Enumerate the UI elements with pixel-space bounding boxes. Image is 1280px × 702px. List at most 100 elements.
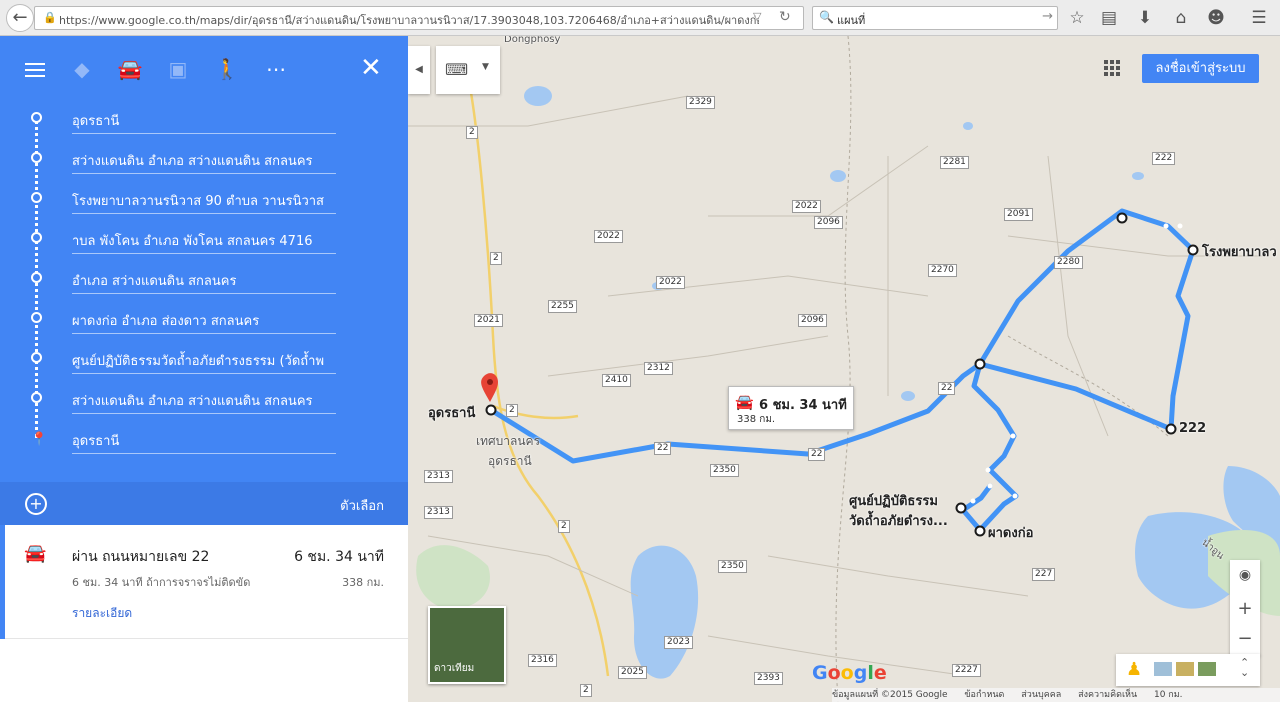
waypoint-input[interactable]: ำบล พังโคน อำเภอ พังโคน สกลนคร 4716 [72,230,336,251]
waypoint-input[interactable]: อุดรธานี [72,110,336,131]
road-shield: 2316 [528,654,557,667]
map-label-udon[interactable]: อุดรธานี [428,402,475,423]
footer-scale[interactable]: 10 กม. [1154,690,1183,700]
waypoint-markers [485,212,1199,537]
close-icon[interactable]: ✕ [360,54,382,82]
url-dropdown-icon[interactable]: ▽ [753,10,761,23]
waypoint-input[interactable]: ศูนย์ปฏิบัติธรรมวัดถ้ำอภัยดำรงธรรม (วัดถ… [72,350,336,371]
waypoint-dot-icon [31,352,42,363]
waypoint-input[interactable]: ผาดงก่อ อำเภอ ส่องดาว สกลนคร [72,310,336,331]
waypoint[interactable]: โรงพยาบาลวานรนิวาส 90 ตำบล วานรนิวาส [0,178,408,218]
download-icon[interactable]: ⬇ [1134,7,1156,29]
waypoint[interactable]: อุดรธานี [0,98,408,138]
apps-grid-icon[interactable] [1104,60,1120,76]
waypoint-dot-icon [31,232,42,243]
home-icon[interactable]: ⌂ [1170,7,1192,29]
waypoint[interactable]: ผาดงก่อ อำเภอ ส่องดาว สกลนคร [0,298,408,338]
road-shield: 2313 [424,506,453,519]
road-shield: 2 [558,520,570,533]
address-bar[interactable]: 🔒 https://www.google.co.th/maps/dir/อุดร… [34,6,804,30]
waypoint-input[interactable]: สว่างแดนดิน อำเภอ สว่างแดนดิน สกลนคร [72,390,336,411]
route-option[interactable]: 🚘 ผ่าน ถนนหมายเลข 22 6 ชม. 34 นาที 6 ชม.… [0,525,408,639]
map-label-hospital[interactable]: โรงพยาบาลว [1202,241,1277,262]
waypoint[interactable]: 📍 อุดรธานี [0,418,408,458]
layer-thumb-icon[interactable] [1198,662,1216,676]
footer-privacy[interactable]: ส่วนบุคคล [1021,690,1061,700]
chat-icon[interactable]: ☻ [1205,7,1227,29]
waypoint[interactable]: สว่างแดนดิน อำเภอ สว่างแดนดิน สกลนคร [0,378,408,418]
map-label-center[interactable]: ศูนย์ปฏิบัติธรรม [849,490,938,511]
route-line [488,208,1196,533]
route-info-callout[interactable]: 🚘 6 ชม. 34 นาที 338 กม. [728,386,854,430]
expand-icon[interactable]: ⌃ ⌄ [1240,657,1249,678]
road-shield: 2022 [594,230,623,243]
add-destination-icon[interactable]: + [25,493,47,515]
browser-menu-icon[interactable]: ☰ [1248,7,1270,29]
street-view-bar: ♟ ⌃ ⌄ [1116,654,1260,686]
chevron-down-icon: ▼ [482,62,489,72]
layer-thumb-icon[interactable] [1176,662,1194,676]
road-shield: 2091 [1004,208,1033,221]
map-label-phadongko[interactable]: ผาดงก่อ [988,522,1033,543]
waypoint[interactable]: อำเภอ สว่างแดนดิน สกลนคร [0,258,408,298]
map-label: อุดรธานี [488,454,532,468]
map-canvas[interactable]: ◀ ⌨ ▼ ลงชื่อเข้าสู่ระบบ 🚘 6 ชม. 34 นาที … [408,36,1280,702]
waypoint-input[interactable]: สว่างแดนดิน อำเภอ สว่างแดนดิน สกลนคร [72,150,336,171]
reading-list-icon[interactable]: ▤ [1098,7,1120,29]
zoom-in-button[interactable]: + [1230,594,1260,624]
search-text[interactable]: แผนที่ [837,11,865,29]
road-shield: 2270 [928,264,957,277]
options-button[interactable]: ตัวเลือก [340,495,384,516]
zoom-out-button[interactable]: − [1230,624,1260,654]
pegman-icon[interactable]: ♟ [1126,659,1142,680]
back-button[interactable]: ← [6,4,34,32]
waypoint-dot-icon [31,272,42,283]
waypoint-input[interactable]: โรงพยาบาลวานรนิวาส 90 ตำบล วานรนิวาส [72,190,336,211]
water-bodies [524,86,1280,679]
waypoint-input[interactable]: อุดรธานี [72,430,336,451]
road-shield: 2 [506,404,518,417]
transit-mode-icon[interactable]: ▣ [165,56,191,82]
road-shield: 2022 [792,200,821,213]
browser-search-bar[interactable]: 🔍 แผนที่ → [812,6,1058,30]
waypoint[interactable]: สว่างแดนดิน อำเภอ สว่างแดนดิน สกลนคร [0,138,408,178]
map-label-222[interactable]: 222 [1179,421,1206,436]
road-shield: 22 [938,382,956,395]
route-details-link[interactable]: รายละเอียด [72,604,132,623]
map-graphics [408,36,1280,702]
road-shield: 2280 [1054,256,1083,269]
route-time: 6 ชม. 34 นาที [294,549,384,565]
my-location-icon[interactable]: ◉ [1230,560,1260,590]
road-shield: 2227 [952,664,981,677]
map-label: เทศบาลนคร [476,434,541,448]
waypoint-input[interactable]: อำเภอ สว่างแดนดิน สกลนคร [72,270,336,291]
car-mode-icon[interactable]: 🚘 [117,56,143,82]
more-modes-icon[interactable]: ⋯ [263,56,289,82]
url-text[interactable]: https://www.google.co.th/maps/dir/อุดรธา… [59,11,759,29]
walk-mode-icon[interactable]: 🚶 [214,56,240,82]
browser-toolbar: ← 🔒 https://www.google.co.th/maps/dir/อุ… [0,0,1280,36]
footer-terms[interactable]: ข้อกำหนด [964,690,1004,700]
road-shield: 2096 [798,314,827,327]
route-subtitle: 6 ชม. 34 นาที ถ้าการจราจรไม่ติดขัด [72,576,251,589]
road-shield: 2281 [940,156,969,169]
footer-feedback[interactable]: ส่งความคิดเห็น [1078,690,1137,700]
road-shield: 2313 [424,470,453,483]
bookmark-star-icon[interactable]: ☆ [1066,7,1088,29]
satellite-toggle[interactable]: ดาวเทียม [428,606,506,684]
layer-thumb-icon[interactable] [1154,662,1172,676]
map-label-center-2: วัดถ้ำอภัยดำรง... [849,514,948,529]
waypoint-dot-icon [31,192,42,203]
reload-icon[interactable]: ↻ [779,9,791,25]
input-tools-button[interactable]: ⌨ ▼ [436,46,500,94]
collapse-panel-button[interactable]: ◀ [408,46,430,94]
search-go-icon[interactable]: → [1042,9,1053,24]
menu-icon[interactable] [25,63,45,77]
road-shield: 22 [808,448,826,461]
best-route-icon[interactable]: ◆ [69,56,95,82]
waypoint[interactable]: ศูนย์ปฏิบัติธรรมวัดถ้ำอภัยดำรงธรรม (วัดถ… [0,338,408,378]
options-row: + ตัวเลือก [0,482,408,525]
sign-in-button[interactable]: ลงชื่อเข้าสู่ระบบ [1142,54,1259,83]
waypoint[interactable]: ำบล พังโคน อำเภอ พังโคน สกลนคร 4716 [0,218,408,258]
lock-icon: 🔒 [43,11,57,24]
